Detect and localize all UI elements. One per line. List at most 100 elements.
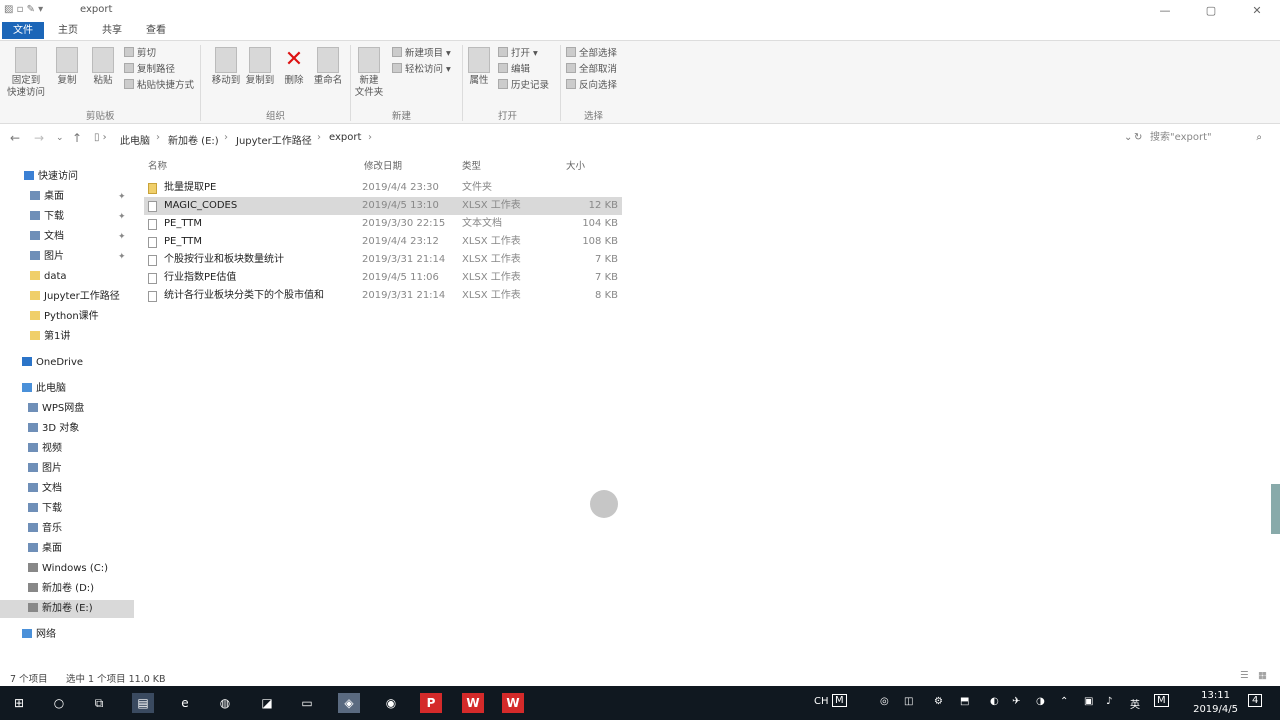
chrome-icon[interactable]: ◉: [380, 693, 402, 713]
paste-button[interactable]: 粘贴: [86, 47, 120, 87]
history-button[interactable]: 历史记录: [498, 79, 549, 93]
minimize-button[interactable]: —: [1142, 0, 1188, 22]
nav-pc-item[interactable]: 3D 对象: [0, 420, 134, 438]
new-folder-button[interactable]: 新建 文件夹: [352, 47, 386, 99]
nav-quick-item[interactable]: 下载 ✦: [0, 208, 134, 226]
app-icon[interactable]: ◈: [338, 693, 360, 713]
up-arrow-icon[interactable]: ↑: [72, 131, 82, 145]
nav-pc-item-selected[interactable]: 新加卷 (E:): [0, 600, 134, 618]
delete-button[interactable]: ✕ 删除: [276, 47, 312, 87]
nav-pc-item[interactable]: 音乐: [0, 520, 134, 538]
wps-icon[interactable]: W: [502, 693, 524, 713]
maximize-button[interactable]: ▢: [1188, 0, 1234, 22]
large-icons-view-icon[interactable]: ▦: [1258, 670, 1267, 681]
edge-browser-icon[interactable]: e: [174, 693, 196, 713]
volume-icon[interactable]: ♪: [1106, 696, 1112, 707]
rename-button[interactable]: 重命名: [310, 47, 346, 87]
properties-button[interactable]: 属性: [464, 47, 494, 87]
file-row[interactable]: 统计各行业板块分类下的个股市值和 2019/3/31 21:14 XLSX 工作…: [144, 287, 622, 305]
wps-icon[interactable]: W: [462, 693, 484, 713]
nav-pc-item[interactable]: 图片: [0, 460, 134, 478]
breadcrumb-export[interactable]: export: [329, 132, 361, 143]
copy-path-button[interactable]: 复制路径: [124, 63, 175, 77]
tab-share[interactable]: 共享: [96, 22, 128, 39]
breadcrumb-this-pc[interactable]: 此电脑: [120, 132, 150, 147]
recent-locations-chevron-icon[interactable]: ⌄: [56, 133, 64, 143]
app-icon[interactable]: ◪: [256, 693, 278, 713]
network-icon[interactable]: ▣: [1084, 696, 1093, 707]
app-icon[interactable]: ▭: [296, 693, 318, 713]
file-row-selected[interactable]: MAGIC_CODES 2019/4/5 13:10 XLSX 工作表 12 K…: [144, 197, 622, 215]
tray-icon[interactable]: ✈: [1012, 696, 1020, 707]
nav-quick-item[interactable]: 文档 ✦: [0, 228, 134, 246]
powerpoint-icon[interactable]: P: [420, 693, 442, 713]
file-row[interactable]: PE_TTM 2019/3/30 22:15 文本文档 104 KB: [144, 215, 622, 233]
nav-this-pc[interactable]: 此电脑: [0, 380, 134, 398]
tray-overflow-icon[interactable]: ⌃: [1060, 696, 1068, 707]
open-button[interactable]: 打开 ▾: [498, 47, 538, 61]
nav-quick-item[interactable]: 第1讲: [0, 328, 134, 346]
nav-pc-item[interactable]: WPS网盘: [0, 400, 134, 418]
search-input[interactable]: 搜索"export" ⌕: [1150, 130, 1270, 146]
cut-button[interactable]: 剪切: [124, 47, 156, 61]
file-explorer-icon[interactable]: ▤: [132, 693, 154, 713]
nav-pc-item[interactable]: 视频: [0, 440, 134, 458]
column-header-name[interactable]: 名称: [148, 158, 167, 172]
nav-onedrive[interactable]: OneDrive: [0, 354, 134, 372]
file-row[interactable]: 批量提取PE 2019/4/4 23:30 文件夹: [144, 179, 622, 197]
address-dropdown-icon[interactable]: ⌄: [1124, 132, 1132, 143]
column-header-size[interactable]: 大小: [566, 158, 585, 172]
tray-icon[interactable]: ⚙: [934, 696, 943, 707]
tray-icon[interactable]: ◎: [880, 696, 889, 707]
nav-pc-item[interactable]: 下载: [0, 500, 134, 518]
select-none-button[interactable]: 全部取消: [566, 63, 617, 77]
task-view-icon[interactable]: ⧉: [88, 693, 110, 713]
tab-home[interactable]: 主页: [52, 22, 84, 39]
scrollbar-thumb[interactable]: [1271, 484, 1280, 534]
nav-network[interactable]: 网络: [0, 626, 134, 644]
ime-indicator[interactable]: CH: [814, 696, 829, 707]
nav-pc-item[interactable]: 文档: [0, 480, 134, 498]
nav-quick-item[interactable]: Python课件: [0, 308, 134, 326]
file-row[interactable]: 行业指数PE估值 2019/4/5 11:06 XLSX 工作表 7 KB: [144, 269, 622, 287]
tray-icon[interactable]: ⬒: [960, 696, 969, 707]
nav-quick-item[interactable]: 图片 ✦: [0, 248, 134, 266]
nav-pc-item[interactable]: 桌面: [0, 540, 134, 558]
windows-start-icon[interactable]: ⊞: [8, 693, 30, 713]
tab-file[interactable]: 文件: [2, 22, 44, 39]
tray-icon[interactable]: ◑: [1036, 696, 1045, 707]
notification-center-icon[interactable]: 4: [1248, 694, 1263, 707]
details-view-icon[interactable]: ☰: [1240, 670, 1249, 681]
cortana-icon[interactable]: ○: [48, 693, 70, 713]
system-clock[interactable]: 13:11 2019/4/5: [1193, 689, 1238, 717]
forward-arrow-icon[interactable]: →: [34, 131, 44, 145]
invert-selection-button[interactable]: 反向选择: [566, 79, 617, 93]
nav-pc-item[interactable]: Windows (C:): [0, 560, 134, 578]
refresh-icon[interactable]: ↻: [1134, 132, 1142, 143]
column-header-date[interactable]: 修改日期: [364, 158, 402, 172]
new-item-button[interactable]: 新建项目 ▾: [392, 47, 451, 61]
quick-access-toolbar[interactable]: ▨ ▫ ✎ ▾: [4, 4, 43, 15]
pin-quick-access-button[interactable]: 固定到 快速访问: [6, 47, 46, 99]
language-indicator[interactable]: 英: [1130, 696, 1140, 711]
tray-icon[interactable]: ◫: [904, 696, 913, 707]
nav-quick-access[interactable]: 快速访问: [0, 168, 134, 186]
nav-quick-item[interactable]: 桌面 ✦: [0, 188, 134, 206]
copy-to-button[interactable]: 复制到: [240, 47, 280, 87]
file-row[interactable]: PE_TTM 2019/4/4 23:12 XLSX 工作表 108 KB: [144, 233, 622, 251]
nav-quick-item[interactable]: data: [0, 268, 134, 286]
ime-mode-icon[interactable]: M: [832, 694, 847, 707]
tab-view[interactable]: 查看: [140, 22, 172, 39]
tray-icon[interactable]: ◐: [990, 696, 999, 707]
file-row[interactable]: 个股按行业和板块数量统计 2019/3/31 21:14 XLSX 工作表 7 …: [144, 251, 622, 269]
breadcrumb-jupyter[interactable]: Jupyter工作路径: [236, 132, 312, 147]
select-all-button[interactable]: 全部选择: [566, 47, 617, 61]
paste-shortcut-button[interactable]: 粘贴快捷方式: [124, 79, 194, 93]
ime-mode-icon[interactable]: M: [1154, 694, 1169, 707]
breadcrumb-drive-e[interactable]: 新加卷 (E:): [168, 132, 219, 147]
wechat-icon[interactable]: ◍: [214, 693, 236, 713]
easy-access-button[interactable]: 轻松访问 ▾: [392, 63, 451, 77]
nav-quick-item[interactable]: Jupyter工作路径: [0, 288, 134, 306]
column-header-type[interactable]: 类型: [462, 158, 481, 172]
edit-button[interactable]: 编辑: [498, 63, 530, 77]
